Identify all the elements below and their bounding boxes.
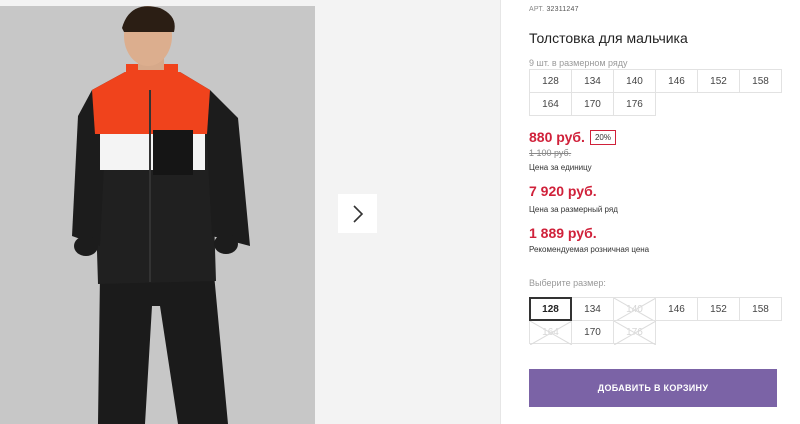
size-option-146[interactable]: 146: [655, 297, 698, 321]
article-label: АРТ.: [529, 6, 545, 13]
pack-sizes-grid: 128 134 140 146 152 158 164 170 176: [529, 69, 782, 116]
pack-sizes-label: 9 шт. в размерном ряду: [529, 58, 628, 68]
unavailable-cross-icon: [614, 298, 656, 322]
unavailable-cross-icon: [614, 321, 656, 345]
size-option-label: 146: [668, 303, 685, 315]
pack-price: 7 920 руб.: [529, 183, 597, 199]
pack-size-cell: 140: [613, 69, 656, 93]
size-option-176: 176: [613, 320, 656, 345]
product-title: Толстовка для мальчика: [529, 30, 688, 46]
boy-in-jacket-illustration: [0, 6, 315, 424]
unit-price-caption: Цена за единицу: [529, 163, 592, 172]
article-value: 32311247: [546, 6, 579, 13]
add-to-cart-button[interactable]: ДОБАВИТЬ В КОРЗИНУ: [529, 369, 777, 407]
unit-price: 880 руб.: [529, 129, 585, 145]
retail-price: 1 889 руб.: [529, 225, 597, 241]
size-option-152[interactable]: 152: [697, 297, 740, 321]
old-price: 1 100 руб.: [529, 148, 572, 158]
size-option-134[interactable]: 134: [571, 297, 614, 321]
pack-size-cell: 158: [739, 69, 782, 93]
unit-price-row: 880 руб. 20%: [529, 129, 616, 145]
pack-size-cell: 152: [697, 69, 740, 93]
size-option-label: 128: [542, 303, 559, 315]
discount-badge: 20%: [589, 129, 616, 145]
size-option-170[interactable]: 170: [571, 320, 614, 344]
pack-size-cell: 128: [529, 69, 572, 93]
pack-size-cell: 146: [655, 69, 698, 93]
size-option-label: 170: [584, 326, 601, 338]
size-option-128[interactable]: 128: [529, 297, 572, 321]
size-option-164: 164: [529, 320, 572, 345]
size-option-158[interactable]: 158: [739, 297, 782, 321]
size-selector-grid: 128 134 140 146 152 158 164 170 176: [529, 297, 782, 345]
product-photo[interactable]: [0, 6, 315, 424]
retail-price-caption: Рекомендуемая розничная цена: [529, 245, 650, 254]
gallery-next-button[interactable]: [338, 194, 377, 233]
pack-size-cell: 170: [571, 92, 614, 116]
size-select-label: Выберите размер:: [529, 278, 606, 288]
size-option-label: 134: [584, 303, 601, 315]
product-gallery: [0, 0, 500, 424]
divider: [500, 0, 501, 424]
pack-size-cell: 134: [571, 69, 614, 93]
size-option-label: 158: [752, 303, 769, 315]
pack-price-caption: Цена за размерный ряд: [529, 205, 618, 214]
size-option-140: 140: [613, 297, 656, 322]
pack-size-cell: 164: [529, 92, 572, 116]
chevron-right-icon: [352, 204, 363, 223]
unavailable-cross-icon: [530, 321, 572, 345]
pack-size-cell: 176: [613, 92, 656, 116]
size-option-label: 152: [710, 303, 727, 315]
article-number: АРТ. 32311247: [529, 6, 579, 13]
